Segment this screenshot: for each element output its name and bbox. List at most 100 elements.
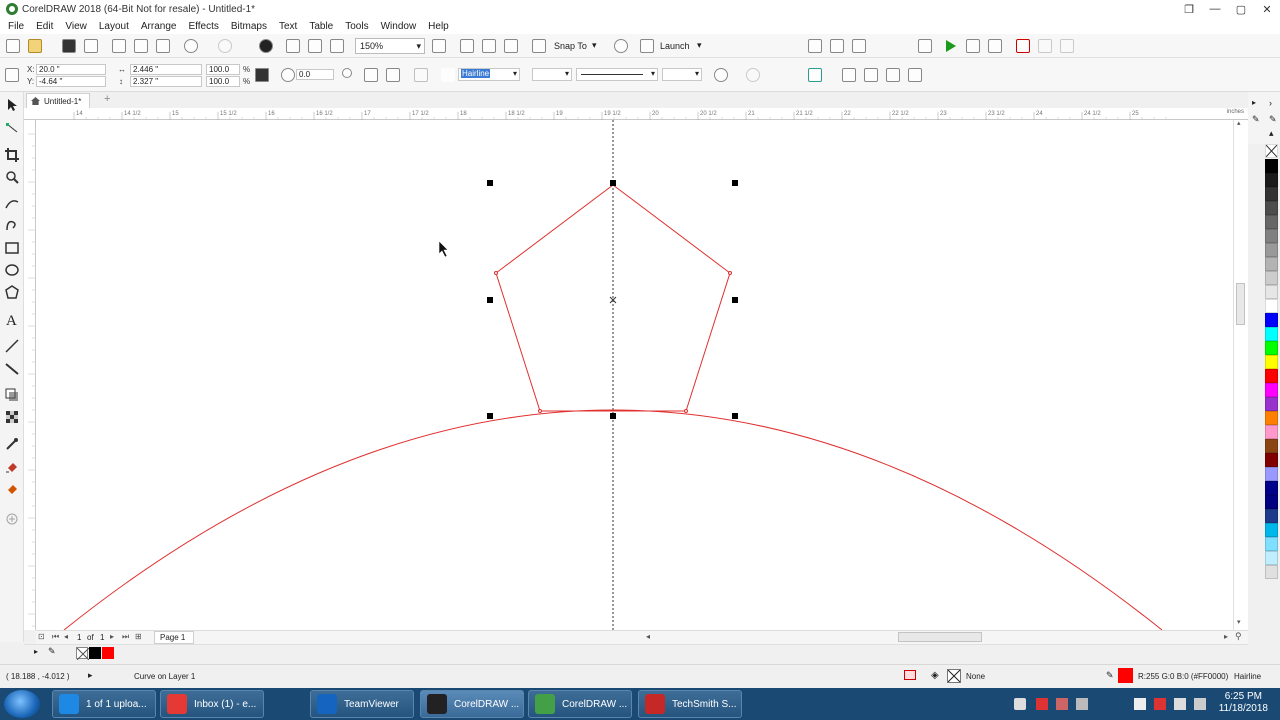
menu-layout[interactable]: Layout bbox=[95, 21, 137, 32]
smart-fill-icon[interactable] bbox=[5, 482, 19, 496]
scroll-down-icon[interactable]: ▾ bbox=[1237, 618, 1241, 626]
minimize-button[interactable]: — bbox=[1202, 0, 1228, 18]
paste-icon[interactable] bbox=[156, 39, 170, 53]
palette-play-icon[interactable]: ▸ bbox=[34, 647, 38, 656]
pen-icon[interactable]: ✎ bbox=[1252, 114, 1260, 125]
launch-icon[interactable] bbox=[640, 39, 654, 53]
page-tab[interactable]: Page 1 bbox=[154, 631, 194, 644]
palette-swatch[interactable] bbox=[1265, 397, 1278, 411]
close-curve-icon[interactable] bbox=[714, 68, 728, 82]
scroll-left-icon[interactable]: ◂ bbox=[646, 632, 650, 641]
app-tray-icon[interactable] bbox=[1056, 698, 1068, 710]
selection-handle-left[interactable] bbox=[487, 297, 493, 303]
palette-swatch[interactable] bbox=[1265, 439, 1278, 453]
volume-icon[interactable] bbox=[1014, 698, 1026, 710]
security-icon[interactable] bbox=[1036, 698, 1048, 710]
height-field[interactable]: 2.327 " bbox=[130, 76, 202, 87]
zoom-level-dropdown[interactable]: 150% ▾ bbox=[355, 38, 425, 54]
macro-disabled-icon[interactable] bbox=[1060, 39, 1074, 53]
eyedropper-icon[interactable]: ✎ bbox=[48, 646, 56, 657]
selection-handle-top-left[interactable] bbox=[487, 180, 493, 186]
y-position-field[interactable]: -4.64 " bbox=[36, 76, 106, 87]
scale-height-field[interactable]: 100.0 bbox=[206, 76, 240, 87]
palette-swatch[interactable] bbox=[1265, 229, 1278, 243]
spell-check-icon[interactable] bbox=[808, 39, 822, 53]
crop-tool-icon[interactable] bbox=[5, 148, 19, 162]
import-icon[interactable] bbox=[286, 39, 300, 53]
vertical-scroll-thumb[interactable] bbox=[1236, 283, 1245, 325]
menu-tools[interactable]: Tools bbox=[341, 21, 376, 32]
taskbar-item[interactable]: TeamViewer bbox=[310, 690, 414, 718]
battery-icon[interactable] bbox=[1134, 698, 1146, 710]
mirror-vertical-icon[interactable] bbox=[386, 68, 400, 82]
menu-table[interactable]: Table bbox=[305, 21, 341, 32]
palette-swatch[interactable] bbox=[1265, 299, 1278, 313]
simplify-icon[interactable] bbox=[908, 68, 922, 82]
ellipse-tool-icon[interactable] bbox=[5, 263, 19, 277]
selection-handle-top[interactable] bbox=[610, 180, 616, 186]
palette-swatch[interactable] bbox=[1265, 243, 1278, 257]
selection-handle-bottom-left[interactable] bbox=[487, 413, 493, 419]
palette-swatch[interactable] bbox=[1265, 551, 1278, 565]
shape-node[interactable] bbox=[494, 271, 498, 275]
selection-handle-bottom[interactable] bbox=[610, 413, 616, 419]
palette-swatch[interactable] bbox=[1265, 383, 1278, 397]
scroll-up-icon[interactable]: ▴ bbox=[1237, 119, 1241, 127]
chevron-down-icon[interactable]: ▾ bbox=[697, 40, 702, 51]
line-style-dropdown[interactable]: ▾ bbox=[576, 68, 658, 81]
fill-icon[interactable]: ◈ bbox=[931, 670, 939, 681]
rotation-angle-field[interactable]: 0.0 bbox=[296, 69, 334, 80]
new-document-icon[interactable] bbox=[6, 39, 20, 53]
system-clock[interactable]: 6:25 PM 11/18/2018 bbox=[1219, 691, 1268, 715]
horizontal-ruler[interactable]: 14 14 1/2 15 15 1/2 16 16 1/2 17 17 1/2 18 18 1/2… bbox=[24, 108, 1248, 120]
add-node-icon[interactable] bbox=[746, 68, 760, 82]
connector-tool-icon[interactable] bbox=[5, 362, 19, 376]
no-color-swatch[interactable] bbox=[1265, 144, 1278, 158]
drawing-canvas[interactable] bbox=[36, 120, 1248, 630]
black-swatch[interactable] bbox=[89, 647, 101, 659]
save-icon[interactable] bbox=[62, 39, 76, 53]
palette-swatch[interactable] bbox=[1265, 355, 1278, 369]
rectangle-tool-icon[interactable] bbox=[5, 241, 19, 255]
taskbar-item[interactable]: CorelDRAW ... bbox=[528, 690, 632, 718]
macro-disabled-icon[interactable] bbox=[1038, 39, 1052, 53]
menu-window[interactable]: Window bbox=[377, 21, 425, 32]
menu-bitmaps[interactable]: Bitmaps bbox=[227, 21, 275, 32]
palette-swatch[interactable] bbox=[1265, 271, 1278, 285]
start-button[interactable] bbox=[4, 690, 40, 718]
taskbar-item[interactable]: CorelDRAW ... bbox=[420, 690, 524, 718]
shape-tool-icon[interactable] bbox=[5, 122, 19, 136]
wrap-text-icon[interactable] bbox=[414, 68, 428, 82]
scroll-right-icon[interactable]: ▸ bbox=[1252, 98, 1256, 107]
cut-icon[interactable] bbox=[112, 39, 126, 53]
add-page-icon[interactable]: ⊞ bbox=[135, 632, 142, 641]
close-button[interactable]: ✕ bbox=[1254, 0, 1280, 18]
palette-swatch[interactable] bbox=[1265, 201, 1278, 215]
mirror-horizontal-icon[interactable] bbox=[364, 68, 378, 82]
open-folder-icon[interactable] bbox=[28, 39, 42, 53]
pick-tool-icon[interactable] bbox=[5, 98, 19, 112]
selection-handle-right[interactable] bbox=[732, 297, 738, 303]
zoom-tool-icon[interactable] bbox=[5, 170, 19, 184]
lock-ratio-icon[interactable] bbox=[255, 68, 269, 82]
taskbar-item[interactable]: TechSmith S... bbox=[638, 690, 742, 718]
next-page-icon[interactable]: ▸ bbox=[110, 632, 114, 641]
palette-swatch[interactable] bbox=[1265, 481, 1278, 495]
red-swatch[interactable] bbox=[102, 647, 114, 659]
speaker-icon[interactable] bbox=[1194, 698, 1206, 710]
previous-page-icon[interactable]: ◂ bbox=[64, 632, 68, 641]
print-icon[interactable] bbox=[84, 39, 98, 53]
numbering-icon[interactable] bbox=[852, 39, 866, 53]
snap-to-icon[interactable] bbox=[532, 39, 546, 53]
first-page-icon[interactable]: ⏮ bbox=[52, 632, 59, 642]
outline-width-dropdown[interactable]: Hairline ▾ bbox=[458, 68, 520, 81]
play-icon[interactable]: ▸ bbox=[88, 670, 93, 681]
menu-text[interactable]: Text bbox=[275, 21, 305, 32]
rotate-icon[interactable] bbox=[281, 68, 295, 82]
palette-swatch[interactable] bbox=[1265, 173, 1278, 187]
intersect-icon[interactable] bbox=[886, 68, 900, 82]
palette-swatch[interactable] bbox=[1265, 187, 1278, 201]
copy-icon[interactable] bbox=[134, 39, 148, 53]
eyedropper-tool-icon[interactable] bbox=[5, 437, 19, 451]
palette-swatch[interactable] bbox=[1265, 411, 1278, 425]
